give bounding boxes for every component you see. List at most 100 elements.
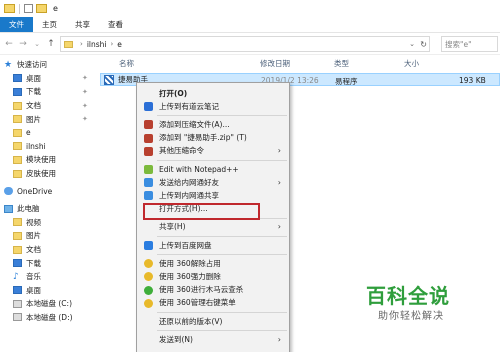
file-type: 易程序 bbox=[335, 77, 358, 86]
menu-item[interactable]: 使用 360管理右键菜单 bbox=[137, 297, 289, 309]
menu-item-label: 添加到 "捷易助手.zip" (T) bbox=[159, 133, 247, 143]
menu-item[interactable]: 添加到压缩文件(A)... bbox=[137, 118, 289, 130]
nav-item[interactable]: 桌面 bbox=[0, 284, 96, 298]
menu-item[interactable]: 使用 360强力删除 bbox=[137, 270, 289, 282]
video-icon bbox=[13, 218, 22, 227]
archive-icon bbox=[144, 120, 153, 130]
nav-label: 视频 bbox=[26, 217, 41, 227]
tab-view[interactable]: 查看 bbox=[99, 17, 132, 32]
menu-item[interactable]: Edit with Notepad++ bbox=[137, 163, 289, 175]
title-bar: e bbox=[0, 0, 500, 17]
menu-item[interactable]: 上传到百度网盘 bbox=[137, 239, 289, 251]
forward-icon[interactable]: → bbox=[16, 39, 30, 49]
menu-item[interactable]: 使用 360进行木马云查杀 bbox=[137, 284, 289, 296]
nav-item[interactable]: 文档 bbox=[0, 243, 96, 257]
column-type[interactable]: 类型 bbox=[334, 58, 349, 69]
column-headers: 名称 修改日期 类型 大小 bbox=[96, 56, 500, 70]
menu-item[interactable]: 共享(H) › bbox=[137, 221, 289, 233]
nav-item[interactable]: 桌面 ✦ bbox=[0, 72, 96, 86]
tab-file[interactable]: 文件 bbox=[0, 17, 33, 32]
pin-icon[interactable]: ✦ bbox=[82, 102, 88, 110]
nav-item[interactable]: 图片 bbox=[0, 229, 96, 243]
nav-label: 图片 bbox=[26, 114, 41, 124]
pin-icon[interactable]: ✦ bbox=[82, 74, 88, 82]
column-modified[interactable]: 修改日期 bbox=[260, 58, 290, 69]
menu-separator bbox=[157, 160, 287, 161]
watermark-title: 百科全说 bbox=[366, 284, 450, 308]
share-icon bbox=[144, 178, 153, 188]
breadcrumb-separator-icon[interactable]: › bbox=[110, 40, 113, 48]
nav-item[interactable]: ♪ 音乐 bbox=[0, 270, 96, 284]
properties-icon[interactable] bbox=[24, 4, 33, 13]
nav-label: 图片 bbox=[26, 231, 41, 241]
menu-item[interactable]: 添加到 "捷易助手.zip" (T) bbox=[137, 132, 289, 144]
tab-home[interactable]: 主页 bbox=[33, 17, 66, 32]
nav-quick-access[interactable]: ★ 快速访问 bbox=[0, 58, 96, 72]
desktop-icon bbox=[13, 74, 22, 83]
nav-label: 皮肤使用 bbox=[26, 169, 56, 179]
search-input[interactable]: 搜索"e" bbox=[441, 36, 498, 52]
star-icon: ★ bbox=[4, 59, 13, 70]
menu-item[interactable]: 使用 360解除占用 bbox=[137, 257, 289, 269]
nav-this-pc[interactable]: 此电脑 bbox=[0, 202, 96, 216]
nav-item[interactable]: 皮肤使用 bbox=[0, 167, 96, 181]
menu-item-label: 还原以前的版本(V) bbox=[159, 316, 223, 326]
nav-item[interactable]: 下载 bbox=[0, 256, 96, 270]
nav-item[interactable]: 图片 ✦ bbox=[0, 112, 96, 126]
archive-icon bbox=[144, 146, 153, 156]
menu-item[interactable]: 上传到内网通共享 bbox=[137, 189, 289, 201]
nav-item[interactable]: 模块使用 bbox=[0, 153, 96, 167]
documents-icon bbox=[13, 101, 22, 110]
desktop-icon bbox=[13, 286, 22, 295]
menu-item[interactable]: 发送到(N) › bbox=[137, 333, 289, 345]
nav-item[interactable]: 本地磁盘 (C:) bbox=[0, 297, 96, 311]
chevron-down-icon[interactable]: ⌄ bbox=[409, 40, 415, 48]
column-size[interactable]: 大小 bbox=[404, 58, 419, 69]
nav-onedrive[interactable]: OneDrive bbox=[0, 184, 96, 198]
menu-item[interactable]: 打开(O) bbox=[137, 87, 289, 99]
tab-share[interactable]: 共享 bbox=[66, 17, 99, 32]
column-name[interactable]: 名称 bbox=[119, 58, 134, 69]
nav-item[interactable]: ilnshi bbox=[0, 140, 96, 154]
notepad-icon bbox=[144, 165, 153, 174]
executable-icon bbox=[104, 74, 114, 85]
menu-item[interactable]: 发送给内网通好友 › bbox=[137, 176, 289, 188]
nav-label: 文档 bbox=[26, 101, 41, 111]
highlight-box bbox=[143, 203, 260, 220]
360-icon bbox=[144, 259, 153, 269]
breadcrumb-e[interactable]: e bbox=[117, 40, 122, 49]
refresh-icon[interactable]: ↻ bbox=[420, 40, 427, 49]
nav-label: 下载 bbox=[26, 87, 41, 97]
nav-item[interactable]: 视频 bbox=[0, 216, 96, 230]
folder-icon bbox=[13, 155, 22, 164]
up-icon[interactable]: ↑ bbox=[44, 39, 58, 49]
menu-item-label: 添加到压缩文件(A)... bbox=[159, 119, 230, 129]
breadcrumb-ilnshi[interactable]: ilnshi bbox=[87, 40, 107, 49]
menu-item-label: 使用 360解除占用 bbox=[159, 258, 221, 268]
navigation-pane: ★ 快速访问 桌面 ✦ 下载 ✦ 文档 ✦ 图片 ✦ e ilnshi 模块使用 皮肤使用 OneDr… bbox=[0, 56, 96, 352]
new-folder-icon[interactable] bbox=[36, 4, 47, 13]
download-icon bbox=[13, 87, 22, 96]
menu-item[interactable]: 还原以前的版本(V) bbox=[137, 315, 289, 327]
360-green-icon bbox=[144, 285, 153, 295]
folder-icon bbox=[13, 142, 22, 151]
pin-icon[interactable]: ✦ bbox=[82, 88, 88, 96]
menu-item[interactable]: 其他压缩命令 › bbox=[137, 145, 289, 157]
nav-item[interactable]: e bbox=[0, 126, 96, 140]
360-icon bbox=[144, 298, 153, 308]
chevron-right-icon: › bbox=[277, 177, 281, 187]
nav-item[interactable]: 文档 ✦ bbox=[0, 99, 96, 113]
nav-label: 本地磁盘 (C:) bbox=[26, 299, 72, 309]
address-input[interactable]: › ilnshi › e ⌄ ↻ bbox=[60, 36, 430, 52]
nav-item[interactable]: 本地磁盘 (D:) bbox=[0, 311, 96, 325]
computer-icon bbox=[4, 204, 13, 213]
folder-icon bbox=[13, 169, 22, 178]
pin-icon[interactable]: ✦ bbox=[82, 115, 88, 123]
breadcrumb-separator-icon[interactable]: › bbox=[80, 40, 83, 48]
nav-item[interactable]: 下载 ✦ bbox=[0, 85, 96, 99]
menu-item[interactable]: 上传到有道云笔记 bbox=[137, 100, 289, 112]
nav-label: 快速访问 bbox=[17, 60, 47, 70]
recent-chevron-icon[interactable]: ⌄ bbox=[30, 40, 44, 48]
nav-label: 音乐 bbox=[26, 272, 41, 282]
back-icon[interactable]: ← bbox=[2, 39, 16, 49]
